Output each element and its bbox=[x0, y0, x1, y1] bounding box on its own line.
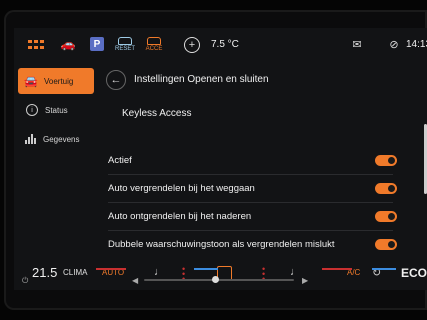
heat-indicator-line bbox=[96, 268, 126, 270]
infotainment-screen: 🚗 P RESET ACCE + 7.5 °C ✉ ⊘ 14:13 🚘 Voer… bbox=[14, 28, 427, 290]
setting-row[interactable]: Actief bbox=[108, 146, 397, 175]
message-icon[interactable]: ✉ bbox=[350, 36, 364, 52]
heat-indicator-line bbox=[322, 268, 352, 270]
clock: 14:13 bbox=[406, 39, 427, 50]
sidebar-item-label: Status bbox=[45, 105, 68, 115]
back-button[interactable]: ← bbox=[106, 70, 126, 90]
climate-button[interactable]: CLIMA bbox=[63, 268, 87, 277]
reset-label: RESET bbox=[115, 45, 136, 52]
volume-up-icon[interactable]: ▶ bbox=[302, 276, 308, 285]
outside-temperature: 7.5 °C bbox=[211, 39, 239, 50]
add-icon[interactable]: + bbox=[184, 37, 200, 53]
cool-indicator-line bbox=[194, 268, 218, 270]
seat-heat-right-icon[interactable]: ♩ bbox=[290, 266, 301, 278]
sidebar-item-label: Gegevens bbox=[43, 134, 80, 144]
power-icon[interactable]: ⏻ bbox=[22, 276, 28, 286]
back-arrow-icon: ← bbox=[110, 74, 122, 86]
page-title: Instellingen Openen en sluiten bbox=[134, 74, 269, 85]
eco-button[interactable]: ECO bbox=[401, 266, 427, 280]
sidebar-item-status[interactable]: i Status bbox=[14, 97, 96, 123]
sidebar-item-voertuig[interactable]: 🚘 Voertuig bbox=[18, 68, 94, 94]
sidebar: 🚘 Voertuig i Status Gegevens bbox=[14, 68, 96, 155]
climate-bar: 21.5 CLIMA AUTO ♩ ••• ••• ♩ A/C ↻ ECO bbox=[14, 260, 427, 290]
setting-row[interactable]: Dubbele waarschuwingstoon als vergrendel… bbox=[108, 230, 397, 258]
toggle-switch[interactable] bbox=[375, 211, 397, 222]
sidebar-item-label: Voertuig bbox=[44, 76, 74, 86]
car-icon: 🚘 bbox=[24, 75, 38, 88]
setting-row[interactable]: Auto vergrendelen bij het weggaan bbox=[108, 174, 397, 203]
section-heading: Keyless Access bbox=[122, 108, 192, 119]
setting-label: Auto ontgrendelen bij het naderen bbox=[108, 210, 252, 222]
signal-icon: ⊘ bbox=[389, 38, 399, 51]
display-bezel: 🚗 P RESET ACCE + 7.5 °C ✉ ⊘ 14:13 🚘 Voer… bbox=[4, 10, 427, 310]
reset-icon[interactable]: RESET bbox=[115, 36, 135, 52]
setting-label: Dubbele waarschuwingstoon als vergrendel… bbox=[108, 238, 335, 250]
toggle-switch[interactable] bbox=[375, 183, 397, 194]
setting-label: Actief bbox=[108, 154, 132, 166]
apps-grid-icon[interactable] bbox=[26, 36, 44, 52]
seat-heat-icon[interactable]: ♩ bbox=[154, 266, 165, 278]
toggle-switch[interactable] bbox=[375, 239, 397, 250]
parking-icon[interactable]: P bbox=[90, 37, 104, 51]
volume-slider[interactable] bbox=[144, 279, 294, 281]
toggle-switch[interactable] bbox=[375, 155, 397, 166]
cool-indicator-line bbox=[372, 268, 396, 270]
acce-icon[interactable]: ACCE bbox=[144, 36, 164, 52]
volume-down-icon[interactable]: ◀ bbox=[132, 276, 138, 285]
car-top-icon[interactable]: 🚗 bbox=[60, 36, 76, 52]
acce-label: ACCE bbox=[145, 45, 163, 52]
info-icon: i bbox=[26, 104, 38, 116]
climate-temperature[interactable]: 21.5 bbox=[32, 265, 57, 280]
settings-panel: ← Instellingen Openen en sluiten Keyless… bbox=[98, 64, 427, 256]
bar-chart-icon bbox=[25, 134, 37, 144]
setting-row[interactable]: Auto ontgrendelen bij het naderen bbox=[108, 202, 397, 231]
volume-handle[interactable] bbox=[212, 276, 219, 283]
sidebar-item-gegevens[interactable]: Gegevens bbox=[14, 126, 96, 152]
setting-label: Auto vergrendelen bij het weggaan bbox=[108, 182, 255, 194]
status-bar: 🚗 P RESET ACCE + 7.5 °C ✉ ⊘ 14:13 bbox=[14, 28, 427, 62]
